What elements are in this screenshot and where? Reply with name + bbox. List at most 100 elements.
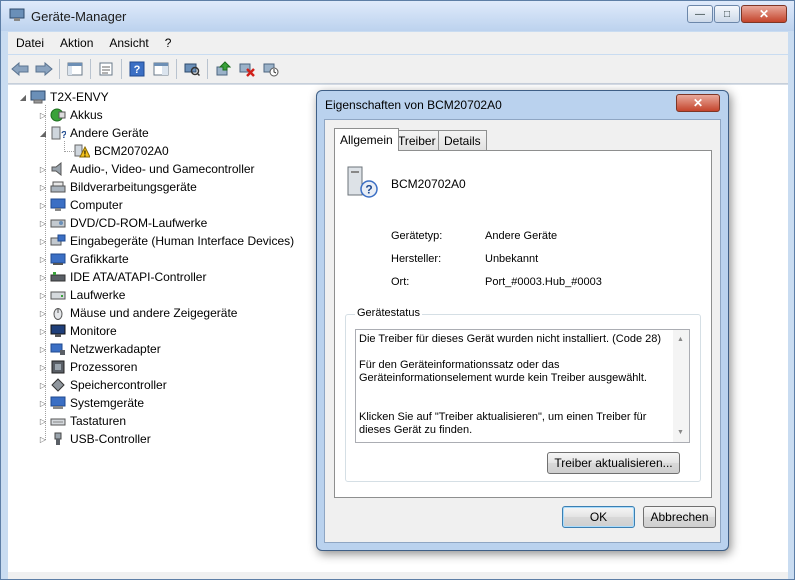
expand-icon[interactable]: ▷ — [38, 291, 48, 300]
toolbar-separator — [121, 59, 122, 79]
scroll-down-icon[interactable]: ▼ — [677, 426, 684, 439]
update-driver-icon[interactable] — [212, 58, 234, 80]
tree-item-label: Tastaturen — [70, 414, 127, 428]
status-scrollbar[interactable]: ▲ ▼ — [673, 330, 689, 442]
expand-icon[interactable]: ▷ — [38, 273, 48, 282]
ok-button[interactable]: OK — [562, 506, 635, 528]
expand-icon[interactable]: ▷ — [38, 201, 48, 210]
dialog-close-button[interactable]: ✕ — [676, 94, 720, 112]
dialog-title: Eigenschaften von BCM20702A0 — [325, 98, 502, 112]
minimize-button[interactable]: — — [687, 5, 713, 23]
tree-item-label: DVD/CD-ROM-Laufwerke — [70, 216, 208, 230]
keyboard-icon — [50, 414, 66, 428]
tab-details[interactable]: Details — [438, 130, 487, 150]
status-bar — [8, 572, 788, 579]
scan-hardware-icon[interactable] — [181, 58, 203, 80]
tree-item-prozessoren[interactable]: ▷ Prozessoren — [38, 358, 137, 376]
expand-icon[interactable]: ▷ — [38, 237, 48, 246]
properties-icon[interactable] — [95, 58, 117, 80]
tree-item-speichercontroller[interactable]: ▷ Speichercontroller — [38, 376, 167, 394]
tree-item-ide[interactable]: ▷ IDE ATA/ATAPI-Controller — [38, 268, 207, 286]
prop-value: Port_#0003.Hub_#0003 — [485, 276, 602, 288]
expand-icon[interactable]: ▷ — [38, 255, 48, 264]
tree-root[interactable]: ◢ T2X-ENVY — [18, 88, 109, 106]
menu-help[interactable]: ? — [157, 36, 180, 50]
tree-item-eingabe[interactable]: ▷ Eingabegeräte (Human Interface Devices… — [38, 232, 294, 250]
tree-item-andere-geraete[interactable]: ◢ ? Andere Geräte — [38, 124, 149, 142]
expand-icon[interactable]: ▷ — [38, 183, 48, 192]
network-adapter-icon — [50, 342, 66, 356]
tree-item-label: Speichercontroller — [70, 378, 167, 392]
tree-item-akkus[interactable]: ▷ Akkus — [38, 106, 103, 124]
forward-arrow-icon[interactable] — [33, 58, 55, 80]
expand-icon[interactable]: ▷ — [38, 219, 48, 228]
tree-item-bcm20702a0[interactable]: ! BCM20702A0 — [72, 142, 169, 160]
console-tree-icon[interactable] — [64, 58, 86, 80]
tree-item-label: Prozessoren — [70, 360, 138, 374]
tree-item-label: Akkus — [70, 108, 103, 122]
expand-icon[interactable]: ▷ — [38, 327, 48, 336]
title-bar[interactable]: Geräte-Manager — □ ✕ — [1, 1, 794, 31]
expand-icon[interactable]: ▷ — [38, 345, 48, 354]
battery-icon — [50, 108, 66, 122]
dvd-drive-icon — [50, 216, 66, 230]
tab-treiber[interactable]: Treiber — [392, 130, 442, 150]
mouse-icon — [50, 306, 66, 320]
group-title: Gerätestatus — [355, 307, 422, 319]
disable-icon[interactable] — [260, 58, 282, 80]
menu-datei[interactable]: Datei — [8, 36, 52, 50]
disk-drive-icon — [50, 288, 66, 302]
tree-item-maeuse[interactable]: ▷ Mäuse und andere Zeigegeräte — [38, 304, 237, 322]
show-hide-icon[interactable] — [150, 58, 172, 80]
tree-item-monitore[interactable]: ▷ Monitore — [38, 322, 117, 340]
collapse-icon[interactable]: ◢ — [18, 93, 28, 102]
tree-item-label: BCM20702A0 — [94, 144, 169, 158]
device-status-textbox[interactable]: Die Treiber für dieses Gerät wurden nich… — [355, 329, 690, 443]
tree-item-laufwerke[interactable]: ▷ Laufwerke — [38, 286, 125, 304]
tab-allgemein[interactable]: Allgemein — [334, 128, 399, 151]
tree-item-computer[interactable]: ▷ Computer — [38, 196, 123, 214]
uninstall-icon[interactable] — [236, 58, 258, 80]
tree-item-label: Eingabegeräte (Human Interface Devices) — [70, 234, 295, 248]
tree-item-label: IDE ATA/ATAPI-Controller — [70, 270, 207, 284]
expand-icon[interactable]: ▷ — [38, 399, 48, 408]
hid-icon — [50, 234, 66, 248]
scroll-up-icon[interactable]: ▲ — [677, 333, 684, 346]
expand-icon[interactable]: ▷ — [38, 309, 48, 318]
expand-icon[interactable]: ▷ — [38, 381, 48, 390]
system-device-icon — [50, 396, 66, 410]
menu-aktion[interactable]: Aktion — [52, 36, 101, 50]
properties-dialog: Eigenschaften von BCM20702A0 ✕ Allgemein… — [316, 90, 729, 551]
tree-item-audio[interactable]: ▷ Audio-, Video- und Gamecontroller — [38, 160, 255, 178]
processor-icon — [50, 360, 66, 374]
expand-icon[interactable]: ▷ — [38, 417, 48, 426]
tree-item-dvd[interactable]: ▷ DVD/CD-ROM-Laufwerke — [38, 214, 207, 232]
tree-item-grafikkarte[interactable]: ▷ Grafikkarte — [38, 250, 129, 268]
unknown-device-icon: ? — [345, 165, 379, 202]
close-button[interactable]: ✕ — [741, 5, 787, 23]
expand-icon[interactable]: ▷ — [38, 111, 48, 120]
help-icon[interactable]: ? — [126, 58, 148, 80]
tree-item-netzwerk[interactable]: ▷ Netzwerkadapter — [38, 340, 161, 358]
tree-item-bildverarbeitung[interactable]: ▷ Bildverarbeitungsgeräte — [38, 178, 197, 196]
computer-icon — [30, 90, 46, 104]
graphics-card-icon — [50, 252, 66, 266]
tree-item-label: Systemgeräte — [70, 396, 145, 410]
tree-item-label: Audio-, Video- und Gamecontroller — [70, 162, 255, 176]
warning-device-icon: ! — [74, 144, 90, 158]
usb-icon — [50, 432, 66, 446]
update-driver-button[interactable]: Treiber aktualisieren... — [547, 452, 680, 474]
collapse-icon[interactable]: ◢ — [38, 129, 48, 138]
cancel-button[interactable]: Abbrechen — [643, 506, 716, 528]
expand-icon[interactable]: ▷ — [38, 363, 48, 372]
tree-item-systemgeraete[interactable]: ▷ Systemgeräte — [38, 394, 144, 412]
tree-item-usb[interactable]: ▷ USB-Controller — [38, 430, 151, 448]
tree-item-label: Andere Geräte — [70, 126, 149, 140]
expand-icon[interactable]: ▷ — [38, 165, 48, 174]
tree-item-label: Computer — [70, 198, 123, 212]
maximize-button[interactable]: □ — [714, 5, 740, 23]
back-arrow-icon[interactable] — [9, 58, 31, 80]
tree-item-tastaturen[interactable]: ▷ Tastaturen — [38, 412, 126, 430]
menu-ansicht[interactable]: Ansicht — [101, 36, 156, 50]
expand-icon[interactable]: ▷ — [38, 435, 48, 444]
